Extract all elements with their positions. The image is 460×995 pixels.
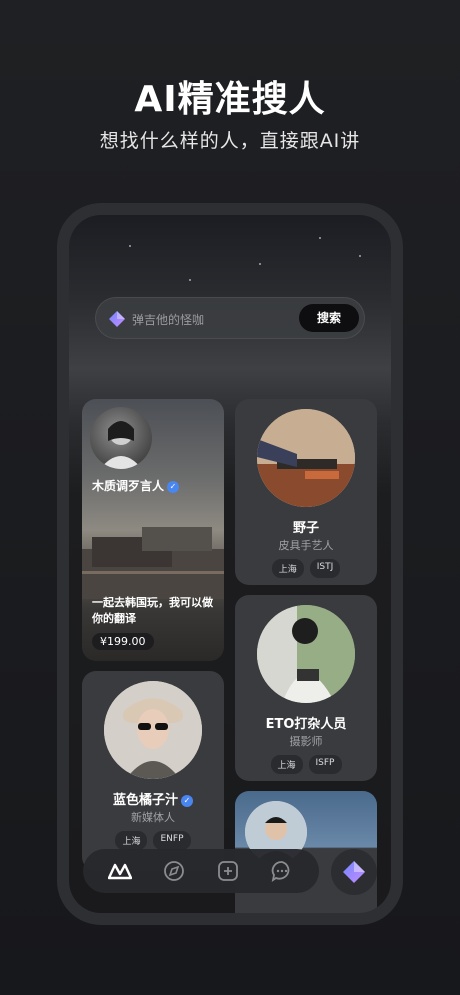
building-photo xyxy=(82,527,224,599)
verified-icon: ✓ xyxy=(167,480,180,493)
subline: 想找什么样的人，直接跟AI讲 xyxy=(99,130,361,152)
avatar xyxy=(257,409,355,507)
featured-name: 木质调歹言人 xyxy=(92,479,165,493)
bottom-tab-bar xyxy=(83,849,319,893)
profile-card[interactable]: 野子 皮具手艺人 上海 ISTJ xyxy=(235,399,377,585)
profile-name: 野子 xyxy=(292,521,319,536)
star-decoration xyxy=(189,279,191,281)
star-decoration xyxy=(129,245,131,247)
search-button[interactable]: 搜索 xyxy=(299,304,359,332)
profile-card[interactable]: ETO打杂人员 摄影师 上海 ISFP xyxy=(235,595,377,781)
add-icon[interactable] xyxy=(216,859,240,883)
price-tag: ¥199.00 xyxy=(92,633,154,650)
profile-role: 皮具手艺人 xyxy=(278,539,334,552)
tag-mbti: ISFP xyxy=(308,755,342,774)
profile-card[interactable]: 蓝色橘子汁 ✓ 新媒体人 上海 ENFP xyxy=(82,671,224,871)
featured-name-row: 木质调歹言人 ✓ xyxy=(92,477,180,494)
tag-city: 上海 xyxy=(271,559,304,578)
chat-icon[interactable] xyxy=(270,859,294,883)
photographer-photo xyxy=(257,605,355,703)
leather-craft-photo xyxy=(257,409,355,507)
profile-tags: 上海 ISFP xyxy=(235,755,377,774)
ai-search-bar[interactable]: 弹吉他的怪咖 搜索 xyxy=(95,297,365,339)
headline: AI精准搜人 xyxy=(134,79,326,120)
ai-gem-icon xyxy=(109,311,125,327)
profile-role: 新媒体人 xyxy=(131,811,175,824)
tag-mbti: ISTJ xyxy=(309,559,341,578)
profile-name: 蓝色橘子汁 xyxy=(112,793,178,808)
profile-tags: 上海 ISTJ xyxy=(235,559,377,578)
profile-name-row: 蓝色橘子汁 ✓ xyxy=(82,789,224,808)
app-screen: 弹吉他的怪咖 搜索 木质调歹言人 ✓ 一起去韩国玩，我可以做你的翻译 ¥199.… xyxy=(69,215,391,913)
verified-icon: ✓ xyxy=(181,794,193,807)
home-icon[interactable] xyxy=(108,859,132,883)
profile-name: ETO打杂人员 xyxy=(265,717,347,732)
ai-gem-icon xyxy=(343,861,365,883)
featured-card[interactable]: 木质调歹言人 ✓ 一起去韩国玩，我可以做你的翻译 ¥199.00 xyxy=(82,399,224,661)
phone-frame: 弹吉他的怪咖 搜索 木质调歹言人 ✓ 一起去韩国玩，我可以做你的翻译 ¥199.… xyxy=(57,203,403,925)
avatar xyxy=(90,407,152,469)
compass-icon[interactable] xyxy=(162,859,186,883)
profile-role: 摄影师 xyxy=(289,735,323,748)
featured-description: 一起去韩国玩，我可以做你的翻译 xyxy=(92,596,213,625)
portrait-photo xyxy=(100,421,142,469)
star-decoration xyxy=(259,263,261,265)
ai-assistant-button[interactable] xyxy=(331,849,377,895)
portrait-photo xyxy=(104,681,202,779)
tag-city: 上海 xyxy=(115,831,148,850)
star-decoration xyxy=(319,237,321,239)
search-input[interactable]: 弹吉他的怪咖 xyxy=(132,311,204,328)
avatar xyxy=(257,605,355,703)
tag-city: 上海 xyxy=(270,755,303,774)
tag-mbti: ENFP xyxy=(153,831,191,850)
star-decoration xyxy=(359,255,361,257)
avatar xyxy=(104,681,202,779)
profile-tags: 上海 ENFP xyxy=(82,831,224,850)
